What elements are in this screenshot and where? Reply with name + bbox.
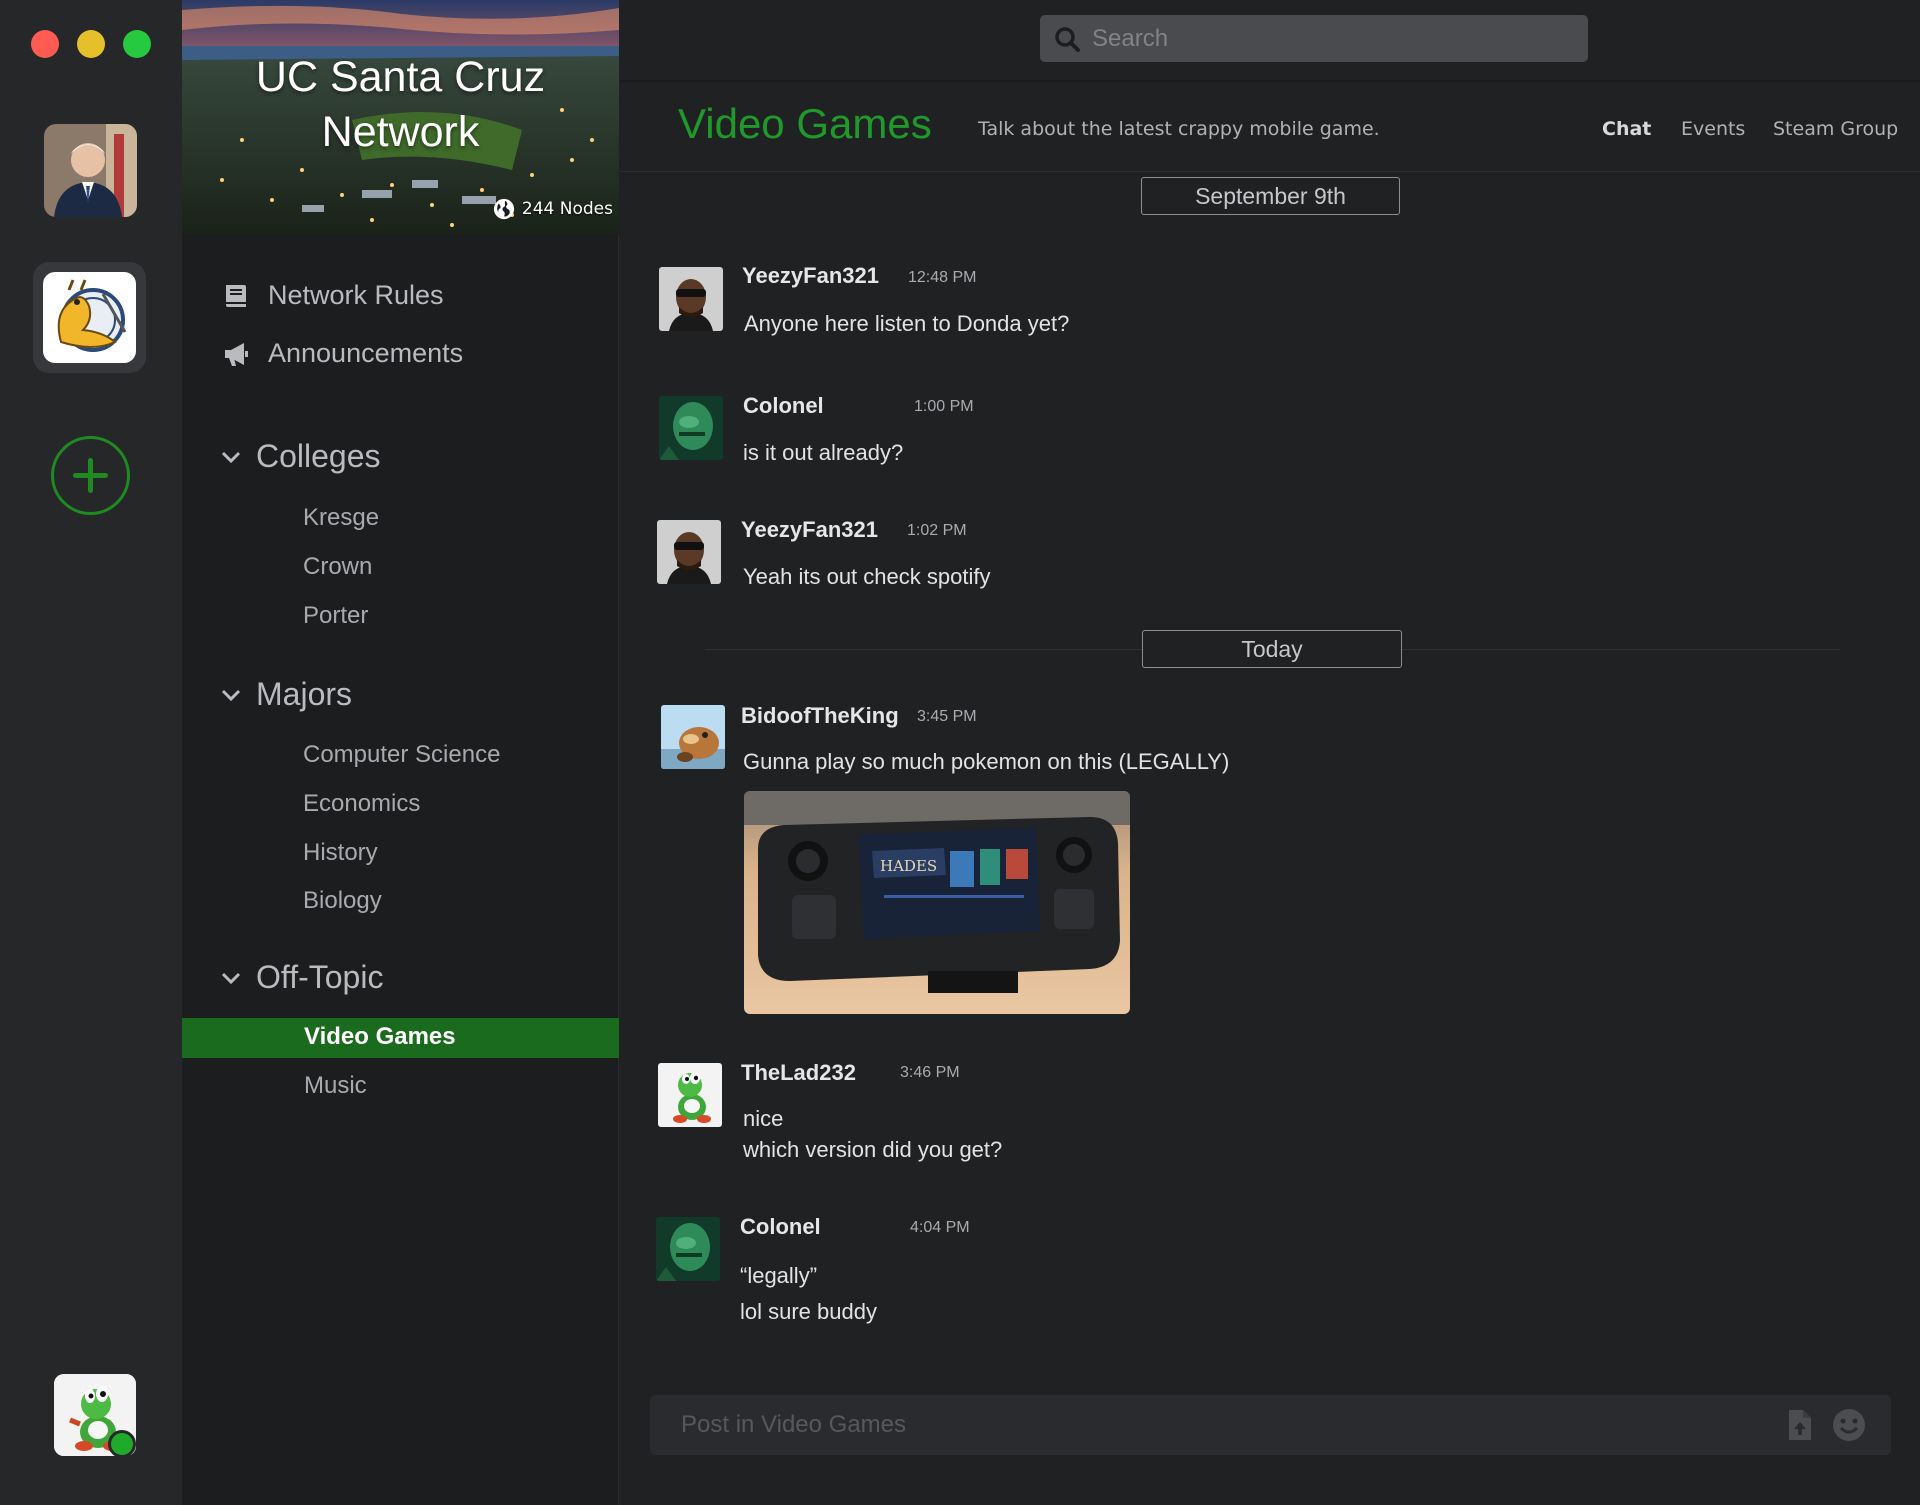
- message-author[interactable]: YeezyFan321: [742, 263, 879, 289]
- header-divider: [620, 80, 1920, 82]
- channel-crown[interactable]: Crown: [303, 553, 372, 581]
- category-colleges[interactable]: Colleges: [220, 438, 381, 475]
- window-maximize-button[interactable]: [123, 30, 151, 58]
- message-author[interactable]: Colonel: [743, 393, 824, 419]
- category-colleges-label: Colleges: [256, 438, 381, 474]
- header-bottom-divider: [620, 171, 1920, 172]
- avatar-yeezyfan321[interactable]: [659, 267, 723, 331]
- channel-economics[interactable]: Economics: [303, 790, 420, 818]
- date-separator: September 9th: [1141, 177, 1400, 215]
- upload-file-icon[interactable]: [1781, 1407, 1817, 1443]
- channel-description: Talk about the latest crappy mobile game…: [978, 118, 1380, 140]
- search-icon: [1055, 26, 1080, 52]
- message-text: Anyone here listen to Donda yet?: [744, 311, 1070, 336]
- avatar-colonel[interactable]: [656, 1217, 720, 1281]
- avatar-yeezyfan321[interactable]: [657, 520, 721, 584]
- server-rail: [0, 0, 182, 1505]
- network-banner: UC Santa Cruz Network 244 Nodes: [182, 0, 619, 234]
- message-timestamp: 1:02 PM: [907, 522, 967, 539]
- category-off-topic[interactable]: Off-Topic: [220, 959, 383, 996]
- message-timestamp: 4:04 PM: [910, 1219, 970, 1236]
- message-image-attachment[interactable]: HADES: [744, 791, 1130, 1014]
- megaphone-icon: [225, 342, 248, 366]
- tab-chat[interactable]: Chat: [1602, 118, 1651, 140]
- message-timestamp: 3:45 PM: [917, 708, 977, 725]
- avatar-bidooftheking[interactable]: [661, 705, 725, 769]
- emoji-icon[interactable]: [1831, 1407, 1867, 1443]
- message-author[interactable]: YeezyFan321: [741, 517, 878, 543]
- message-input[interactable]: [681, 1411, 1767, 1439]
- add-server-button[interactable]: [51, 436, 130, 515]
- channel-video-games-label: Video Games: [304, 1023, 456, 1050]
- window-minimize-button[interactable]: [77, 30, 105, 58]
- channel-music[interactable]: Music: [304, 1072, 367, 1100]
- nav-network-rules[interactable]: Network Rules: [222, 280, 444, 311]
- search-bar[interactable]: [1040, 15, 1588, 62]
- server-icon-user-portrait[interactable]: [44, 124, 137, 217]
- nav-announcements-label: Announcements: [268, 338, 464, 368]
- channel-kresge[interactable]: Kresge: [303, 504, 379, 532]
- channel-biology[interactable]: Biology: [303, 887, 382, 915]
- chevron-down-icon: [221, 451, 241, 463]
- channel-title: Video Games: [678, 100, 932, 147]
- avatar-thelad232[interactable]: [658, 1063, 722, 1127]
- category-off-topic-label: Off-Topic: [256, 959, 384, 995]
- chevron-down-icon: [221, 972, 241, 984]
- window-close-button[interactable]: [31, 30, 59, 58]
- node-count: 244 Nodes: [493, 198, 613, 220]
- message-text: Yeah its out check spotify: [743, 564, 991, 589]
- node-count-label: 244 Nodes: [521, 199, 613, 219]
- channel-sidebar: UC Santa Cruz Network 244 Nodes Network R…: [182, 0, 619, 1505]
- search-input[interactable]: [1092, 24, 1572, 53]
- message-text: nice which version did you get?: [743, 1106, 1003, 1162]
- tab-events[interactable]: Events: [1681, 118, 1745, 140]
- message-composer: [650, 1395, 1891, 1455]
- avatar-colonel[interactable]: [659, 396, 723, 460]
- svg-text:HADES: HADES: [880, 857, 937, 875]
- tab-steam-group[interactable]: Steam Group: [1773, 118, 1898, 140]
- message-text: “legally” lol sure buddy: [740, 1263, 877, 1324]
- channel-porter[interactable]: Porter: [303, 602, 368, 630]
- globe-icon: [493, 198, 515, 220]
- message-timestamp: 3:46 PM: [900, 1064, 960, 1081]
- channel-computer-science[interactable]: Computer Science: [303, 741, 500, 769]
- server-icon-ucsc[interactable]: [43, 272, 136, 363]
- chevron-down-icon: [221, 689, 241, 701]
- date-separator-today: Today: [1142, 630, 1402, 668]
- message-text: Gunna play so much pokemon on this (LEGA…: [743, 749, 1230, 774]
- channel-video-games[interactable]: Video Games: [182, 1018, 619, 1058]
- online-status-indicator: [108, 1430, 136, 1458]
- message-author[interactable]: BidoofTheKing: [741, 703, 899, 729]
- message-timestamp: 1:00 PM: [914, 398, 974, 415]
- network-name: UC Santa Cruz Network: [255, 53, 546, 156]
- channel-history[interactable]: History: [303, 839, 378, 867]
- nav-announcements[interactable]: Announcements: [222, 338, 463, 369]
- message-author[interactable]: TheLad232: [741, 1060, 856, 1086]
- message-text: is it out already?: [743, 440, 904, 465]
- book-icon: [226, 284, 246, 307]
- category-majors-label: Majors: [256, 676, 353, 712]
- message-timestamp: 12:48 PM: [908, 269, 977, 286]
- message-author[interactable]: Colonel: [740, 1214, 821, 1240]
- nav-network-rules-label: Network Rules: [268, 280, 444, 310]
- category-majors[interactable]: Majors: [220, 676, 352, 713]
